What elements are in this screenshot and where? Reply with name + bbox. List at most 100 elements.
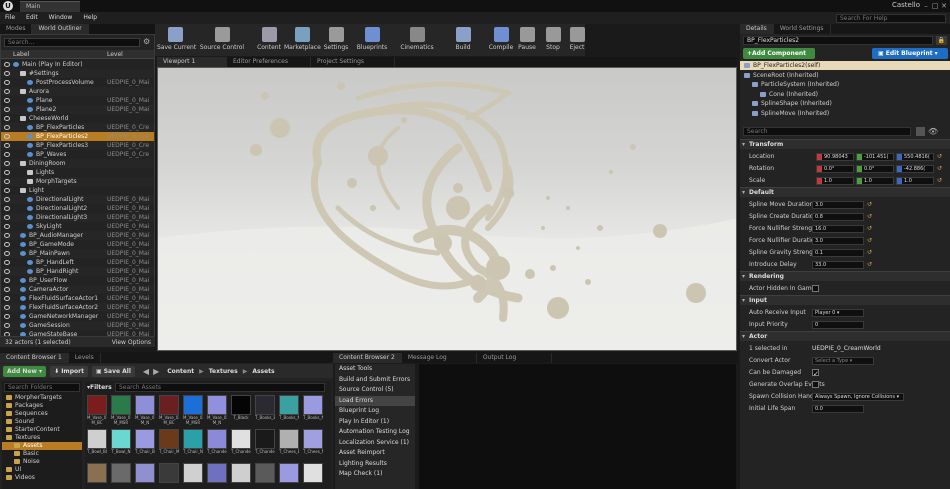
visibility-eye-icon[interactable] bbox=[4, 242, 10, 247]
outliner-row[interactable]: PostProcessVolume UEDPIE_0_Mai bbox=[1, 78, 154, 87]
numeric-field[interactable]: 3.0 bbox=[812, 201, 864, 209]
outliner-row[interactable]: DirectionalLight2 UEDPIE_0_Mai bbox=[1, 204, 154, 213]
log-category-item[interactable]: Load Errors bbox=[335, 395, 415, 406]
log-category-item[interactable]: Map Check (1) bbox=[335, 469, 415, 480]
details-category-header[interactable]: ▾ Actor bbox=[740, 331, 950, 341]
visibility-eye-icon[interactable] bbox=[4, 215, 10, 220]
can-be-damaged-checkbox[interactable] bbox=[812, 368, 819, 380]
asset-tile[interactable] bbox=[207, 463, 227, 489]
reset-arrow-icon[interactable]: ↺ bbox=[867, 247, 872, 259]
close-icon[interactable]: ✕ bbox=[940, 2, 948, 10]
asset-tile[interactable]: M_Vase_01 M_N bbox=[135, 395, 155, 427]
scale-z-field[interactable]: 1.0 bbox=[896, 177, 934, 185]
log-category-item[interactable]: Lighting Results bbox=[335, 459, 415, 470]
path-segment[interactable]: Assets bbox=[252, 368, 274, 375]
visibility-eye-icon[interactable]: 👁 bbox=[928, 127, 938, 136]
level-tab[interactable]: Main bbox=[20, 1, 80, 12]
log-category-item[interactable]: Automation Testing Log bbox=[335, 427, 415, 438]
asset-tile[interactable] bbox=[279, 463, 299, 489]
save-current-button[interactable]: Save Current bbox=[157, 24, 196, 56]
outliner-row[interactable]: BP_Waves UEDPIE_0_Cre bbox=[1, 150, 154, 159]
visibility-eye-icon[interactable] bbox=[4, 269, 10, 274]
log-category-item[interactable]: Localization Service (1) bbox=[335, 438, 415, 449]
outliner-row[interactable]: FlexFluidSurfaceActor1 UEDPIE_0_Mai bbox=[1, 294, 154, 303]
asset-tile[interactable] bbox=[255, 463, 275, 489]
visibility-eye-icon[interactable] bbox=[4, 233, 10, 238]
reset-arrow-icon[interactable]: ↺ bbox=[937, 175, 942, 187]
outliner-row[interactable]: FlexFluidSurfaceActor2 UEDPIE_0_Mai bbox=[1, 303, 154, 312]
rotation-z-field[interactable]: -42.886( bbox=[896, 165, 934, 173]
numeric-field[interactable]: 3.0 bbox=[812, 237, 864, 245]
auto-receive-input-dropdown[interactable]: Player 0 ▾ bbox=[812, 309, 864, 317]
asset-tile[interactable]: T_Chees_N bbox=[303, 429, 323, 461]
asset-tile[interactable]: T_Books_BC bbox=[255, 395, 275, 427]
help-search-input[interactable]: Search For Help bbox=[836, 14, 946, 23]
folder-search-input[interactable]: Search Folders bbox=[4, 383, 80, 392]
details-category-header[interactable]: ▾ Transform bbox=[740, 139, 950, 149]
visibility-eye-icon[interactable] bbox=[4, 89, 10, 94]
outliner-row[interactable]: DirectionalLight3 UEDPIE_0_Mai bbox=[1, 213, 154, 222]
log-category-item[interactable]: Blueprint Log bbox=[335, 406, 415, 417]
build-button[interactable]: Build bbox=[445, 24, 481, 56]
numeric-field[interactable]: 33.0 bbox=[812, 261, 864, 269]
folder-tree-item[interactable]: Videos bbox=[2, 474, 82, 482]
visibility-eye-icon[interactable] bbox=[4, 71, 10, 76]
blueprints-button[interactable]: Blueprints bbox=[354, 24, 390, 56]
outliner-row[interactable]: CameraActor UEDPIE_0_Mai bbox=[1, 285, 154, 294]
numeric-field[interactable]: 0.1 bbox=[812, 249, 864, 257]
folder-tree-item[interactable]: Basic bbox=[2, 450, 82, 458]
asset-tile[interactable]: T_Chandelier_BC bbox=[207, 429, 227, 461]
visibility-eye-icon[interactable] bbox=[4, 197, 10, 202]
numeric-field[interactable]: 0.8 bbox=[812, 213, 864, 221]
log-category-item[interactable]: Asset Reimport bbox=[335, 448, 415, 459]
visibility-eye-icon[interactable] bbox=[4, 161, 10, 166]
reset-arrow-icon[interactable]: ↺ bbox=[937, 163, 942, 175]
path-segment[interactable]: Content bbox=[167, 368, 194, 375]
folder-tree-item[interactable]: Sequences bbox=[2, 410, 82, 418]
asset-tile[interactable] bbox=[135, 463, 155, 489]
location-y-field[interactable]: -101.451( bbox=[856, 153, 894, 161]
asset-tile[interactable] bbox=[183, 463, 203, 489]
outliner-row[interactable]: BP_GameMode UEDPIE_0_Mai bbox=[1, 240, 154, 249]
asset-tile[interactable] bbox=[231, 463, 251, 489]
log-category-item[interactable]: Build and Submit Errors bbox=[335, 375, 415, 386]
tab-modes[interactable]: Modes bbox=[0, 24, 33, 34]
tab-project-settings[interactable]: Project Settings bbox=[311, 57, 395, 67]
outliner-row[interactable]: GameSession UEDPIE_0_Mai bbox=[1, 321, 154, 330]
menu-window[interactable]: Window bbox=[49, 12, 73, 24]
asset-tile[interactable]: T_Books_N bbox=[303, 395, 323, 427]
grid-view-icon[interactable] bbox=[916, 127, 925, 136]
folder-tree-item[interactable]: Sound bbox=[2, 418, 82, 426]
numeric-field[interactable]: 16.0 bbox=[812, 225, 864, 233]
visibility-eye-icon[interactable] bbox=[4, 116, 10, 121]
visibility-eye-icon[interactable] bbox=[4, 170, 10, 175]
asset-tile[interactable]: M_Vase_02 M_BC bbox=[159, 395, 179, 427]
asset-tile[interactable]: M_Vase_01 M_BC bbox=[87, 395, 107, 427]
visibility-eye-icon[interactable] bbox=[4, 224, 10, 229]
outliner-row[interactable]: GameNetworkManager UEDPIE_0_Mai bbox=[1, 312, 154, 321]
component-item[interactable]: SplineShape (Inherited) bbox=[740, 99, 950, 108]
visibility-eye-icon[interactable] bbox=[4, 323, 10, 328]
outliner-row[interactable]: Lights bbox=[1, 168, 154, 177]
reset-arrow-icon[interactable]: ↺ bbox=[867, 211, 872, 223]
visibility-eye-icon[interactable] bbox=[4, 251, 10, 256]
visibility-eye-icon[interactable] bbox=[4, 152, 10, 157]
visibility-eye-icon[interactable] bbox=[4, 80, 10, 85]
marketplace-button[interactable]: Marketplace bbox=[284, 24, 321, 56]
content-button[interactable]: Content bbox=[251, 24, 287, 56]
asset-tile[interactable]: M_Vase_01 M_MSR bbox=[111, 395, 131, 427]
pause-button[interactable]: Pause bbox=[515, 24, 539, 56]
outliner-row[interactable]: #Settings bbox=[1, 69, 154, 78]
save-all-button[interactable]: ▣ Save All bbox=[91, 365, 135, 377]
visibility-eye-icon[interactable] bbox=[4, 179, 10, 184]
outliner-row[interactable]: BP_AudioManager UEDPIE_0_Mai bbox=[1, 231, 154, 240]
outliner-row[interactable]: DirectionalLight UEDPIE_0_Mai bbox=[1, 195, 154, 204]
tab-editor-preferences[interactable]: Editor Preferences bbox=[227, 57, 311, 67]
source-control-button[interactable]: Source Control bbox=[199, 24, 245, 56]
actor-hidden-checkbox[interactable] bbox=[812, 285, 819, 292]
lock-icon[interactable]: 🔒 bbox=[936, 36, 947, 45]
outliner-row[interactable]: BP_FlexParticles3 UEDPIE_0_Cre bbox=[1, 141, 154, 150]
visibility-eye-icon[interactable] bbox=[4, 62, 10, 67]
location-z-field[interactable]: 550.4816( bbox=[896, 153, 934, 161]
folder-tree-item[interactable]: Noise bbox=[2, 458, 82, 466]
